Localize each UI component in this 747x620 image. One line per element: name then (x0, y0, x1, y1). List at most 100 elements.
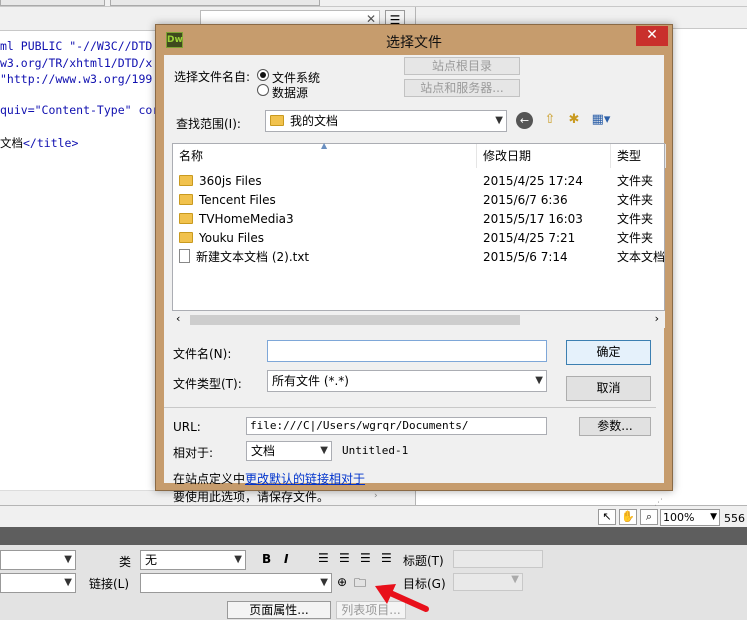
sites-servers-button[interactable]: 站点和服务器... (404, 79, 520, 97)
ok-button[interactable]: 确定 (566, 340, 651, 365)
class-label: 类 (119, 555, 132, 569)
zoom-select[interactable]: 100% ▼ (660, 509, 720, 526)
relative-label: 相对于: (173, 446, 214, 460)
zoom-value: 100% (663, 511, 695, 524)
indent-icon[interactable]: ☰ (381, 551, 392, 565)
list-item[interactable]: 新建文本文档 (2).txt 2015/5/6 7:14 文本文档 (173, 248, 666, 267)
close-button[interactable]: ✕ (636, 26, 668, 46)
up-folder-icon[interactable]: ⇧ (540, 111, 560, 129)
cancel-button[interactable]: 取消 (566, 376, 651, 401)
scroll-left-icon[interactable]: ‹ (176, 312, 180, 325)
filename-input[interactable] (267, 340, 547, 362)
file-date: 2015/4/25 7:21 (483, 231, 576, 245)
dialog-body: 选择文件名自: 文件系统 数据源 站点根目录 站点和服务器... 查找范围(I)… (164, 55, 666, 508)
toolbar-segment (110, 0, 320, 6)
lookin-value: 我的文档 (290, 114, 339, 128)
filetype-select[interactable]: 所有文件 (*.*) ▼ (267, 370, 547, 392)
relative-value: 文档 (251, 444, 276, 458)
file-name: 360js Files (199, 174, 262, 188)
red-arrow-annotation (375, 584, 429, 612)
list-item[interactable]: 360js Files 2015/4/25 17:24 文件夹 (173, 172, 666, 191)
file-date: 2015/5/6 7:14 (483, 250, 568, 264)
target-select[interactable]: ▼ (453, 573, 523, 591)
file-date: 2015/4/25 17:24 (483, 174, 583, 188)
folder-icon (179, 232, 193, 243)
params-button[interactable]: 参数... (579, 417, 651, 436)
file-icon (179, 249, 190, 263)
folder-icon (179, 213, 193, 224)
select-file-dialog: Dw 选择文件 ✕ 选择文件名自: 文件系统 数据源 站点根目录 站点和服务器.… (155, 24, 673, 508)
hand-tool-icon[interactable]: ✋ (619, 509, 637, 525)
folder-icon (179, 194, 193, 205)
bold-button[interactable]: B (262, 552, 271, 566)
radio-datasource-label[interactable]: 数据源 (272, 84, 308, 101)
ordered-list-icon[interactable]: ☰ (339, 551, 350, 565)
file-name: Youku Files (199, 231, 265, 245)
zoom-tool-icon[interactable]: ⌕ (640, 509, 658, 525)
column-type[interactable]: 类型 (611, 144, 666, 168)
dialog-title: 选择文件 (386, 35, 442, 51)
properties-header (0, 527, 747, 545)
code-line: w3.org/TR/xhtml1/DTD/x (0, 56, 153, 70)
code-line: ml PUBLIC "-//W3C//DTD (0, 39, 153, 53)
browse-folder-icon[interactable]: 🗀 (354, 574, 366, 595)
filename-label: 文件名(N): (173, 347, 232, 361)
title-label: 标题(T) (403, 554, 444, 568)
lookin-select[interactable]: 我的文档 ▼ (265, 110, 507, 132)
back-icon[interactable]: ← (516, 112, 533, 129)
outdent-icon[interactable]: ☰ (360, 551, 371, 565)
relative-file-name: Untitled-1 (342, 444, 409, 457)
class-select[interactable]: 无 ▼ (140, 550, 246, 570)
format-select[interactable]: ▼ (0, 550, 76, 570)
font-select[interactable]: ▼ (0, 573, 76, 593)
radio-datasource[interactable] (257, 84, 269, 96)
link-input[interactable]: ▼ (140, 573, 332, 593)
change-default-link[interactable]: 更改默认的链接相对于 (245, 472, 365, 486)
point-to-file-icon[interactable]: ⊕ (337, 575, 347, 589)
file-type: 文本文档 (617, 250, 664, 264)
divider (164, 407, 656, 408)
unordered-list-icon[interactable]: ☰ (318, 551, 329, 565)
list-item[interactable]: Youku Files 2015/4/25 7:21 文件夹 (173, 229, 666, 248)
file-date: 2015/6/7 6:36 (483, 193, 568, 207)
select-tool-icon[interactable]: ↖ (598, 509, 616, 525)
view-menu-icon[interactable]: ▦▾ (588, 111, 614, 129)
site-root-button[interactable]: 站点根目录 (404, 57, 520, 75)
file-date: 2015/5/17 16:03 (483, 212, 583, 226)
code-line: quiv="Content-Type" cor (0, 103, 160, 117)
folder-icon (179, 175, 193, 186)
filetype-value: 所有文件 (*.*) (272, 374, 349, 388)
code-line: "http://www.w3.org/199 (0, 72, 153, 86)
relative-select[interactable]: 文档 ▼ (246, 441, 332, 461)
url-input[interactable]: file:///C|/Users/wgrqr/Documents/ (246, 417, 547, 435)
radio-filesystem[interactable] (257, 69, 269, 81)
file-type: 文件夹 (617, 212, 654, 226)
italic-button[interactable]: I (284, 552, 288, 566)
save-file-note: 要使用此选项，请保存文件。 (173, 490, 330, 504)
file-type: 文件夹 (617, 231, 654, 245)
list-item[interactable]: Tencent Files 2015/6/7 6:36 文件夹 (173, 191, 666, 210)
file-type: 文件夹 (617, 193, 654, 207)
title-input[interactable] (453, 550, 543, 568)
filetype-label: 文件类型(T): (173, 377, 242, 391)
file-name: 新建文本文档 (2).txt (196, 250, 310, 264)
resize-grip-icon[interactable]: ⋰ (654, 498, 663, 508)
file-name: TVHomeMedia3 (199, 212, 294, 226)
new-folder-icon[interactable]: ✱ (564, 111, 584, 129)
top-toolbar-strip (0, 0, 747, 7)
scroll-right-icon[interactable]: › (655, 312, 659, 325)
status-bar: ↖ ✋ ⌕ 100% ▼ 556 (0, 505, 747, 527)
window-width-label: 556 (724, 512, 745, 525)
url-label: URL: (173, 420, 201, 434)
page-properties-button[interactable]: 页面属性... (227, 601, 331, 619)
scrollbar-thumb[interactable] (190, 315, 520, 325)
column-date[interactable]: 修改日期 (477, 144, 611, 168)
horizontal-scrollbar[interactable]: ‹ › (172, 311, 665, 328)
code-line: 文档</title> (0, 136, 79, 150)
site-definition-note: 在站点定义中更改默认的链接相对于 (173, 470, 365, 487)
dialog-titlebar[interactable]: Dw 选择文件 ✕ (156, 25, 672, 55)
link-label: 链接(L) (89, 577, 130, 591)
sort-ascending-icon: ▲ (321, 141, 328, 150)
file-list[interactable]: 名称 ▲ 修改日期 类型 360js Files 2015/4/25 17:24… (172, 141, 666, 311)
list-item[interactable]: TVHomeMedia3 2015/5/17 16:03 文件夹 (173, 210, 666, 229)
